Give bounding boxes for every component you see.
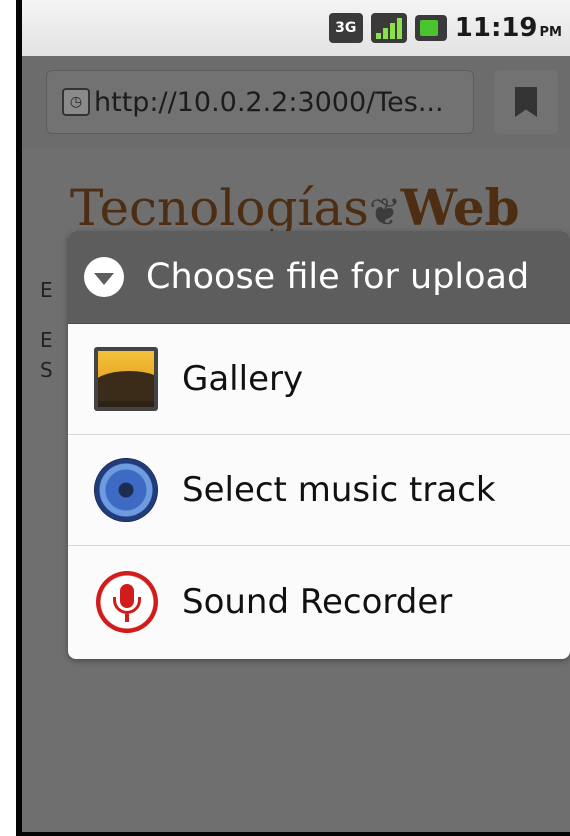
page-text-fragment: E bbox=[40, 278, 53, 302]
clock-ampm: PM bbox=[539, 25, 562, 40]
choose-file-dialog: Choose file for upload Gallery Select mu… bbox=[68, 231, 570, 659]
status-bar: 3G 11:19 PM bbox=[22, 0, 570, 56]
site-header: Tecnologías❦Web bbox=[70, 178, 520, 237]
music-icon bbox=[94, 458, 158, 522]
browser-toolbar: ◷ http://10.0.2.2:3000/Tes... bbox=[22, 56, 570, 148]
option-label: Select music track bbox=[182, 470, 496, 510]
page-text-fragment: E bbox=[40, 328, 53, 352]
url-field[interactable]: ◷ http://10.0.2.2:3000/Tes... bbox=[46, 70, 474, 134]
option-label: Sound Recorder bbox=[182, 581, 453, 622]
option-sound-recorder[interactable]: Sound Recorder bbox=[68, 546, 570, 657]
option-label: Gallery bbox=[182, 359, 304, 399]
clock-time: 11:19 bbox=[454, 13, 538, 43]
signal-icon bbox=[370, 13, 407, 43]
site-header-bold: Web bbox=[400, 178, 520, 237]
option-gallery[interactable]: Gallery bbox=[68, 324, 570, 435]
bookmark-icon bbox=[515, 87, 537, 117]
page-icon: ◷ bbox=[62, 88, 90, 116]
device-screen: 3G 11:19 PM ◷ http://10.0.2.2:3000/Tes...… bbox=[16, 0, 570, 836]
dialog-title: Choose file for upload bbox=[146, 257, 530, 297]
url-text: http://10.0.2.2:3000/Tes... bbox=[94, 86, 444, 118]
status-icons: 3G 11:19 PM bbox=[328, 0, 562, 56]
gallery-icon bbox=[94, 347, 158, 411]
option-select-music-track[interactable]: Select music track bbox=[68, 435, 570, 546]
3g-icon: 3G bbox=[328, 13, 363, 43]
leaf-icon: ❦ bbox=[368, 190, 401, 234]
page-text-fragment: S bbox=[40, 358, 53, 382]
dialog-header: Choose file for upload bbox=[68, 231, 570, 324]
site-header-light: Tecnologías bbox=[70, 179, 369, 237]
device-border-bottom bbox=[16, 832, 570, 836]
bookmark-button[interactable] bbox=[494, 70, 558, 134]
device-border-left bbox=[16, 0, 22, 836]
battery-icon bbox=[414, 15, 447, 41]
dropdown-arrow-icon bbox=[84, 257, 124, 297]
microphone-icon bbox=[96, 570, 158, 633]
clock: 11:19 PM bbox=[455, 13, 562, 43]
